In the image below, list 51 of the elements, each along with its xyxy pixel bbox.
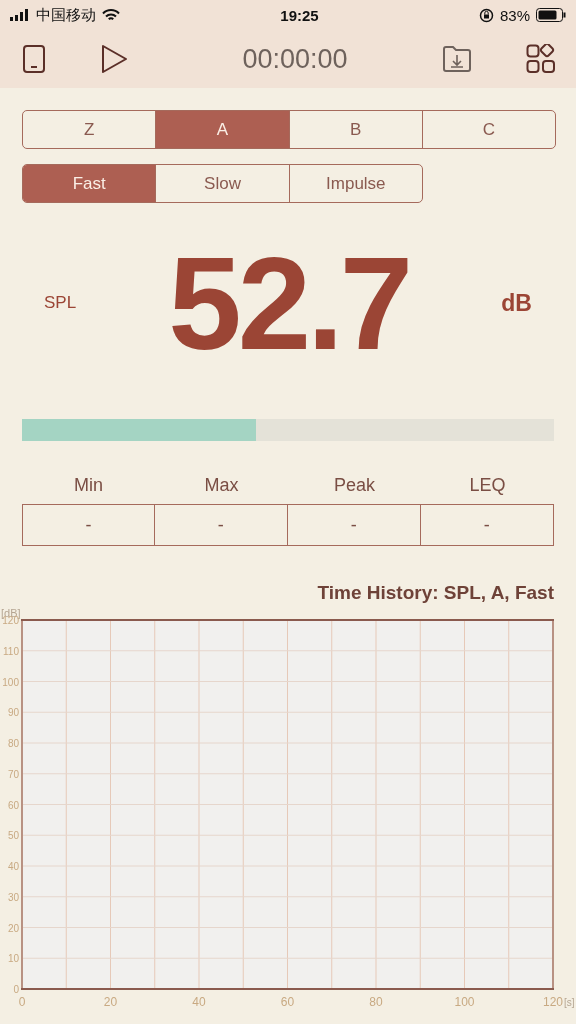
y-tick-label: 0 [13,984,19,995]
stat-value: - [286,504,421,546]
stat-label: Max [203,475,240,496]
y-tick-label: 50 [7,830,19,842]
signal-icon [10,9,30,21]
play-icon[interactable] [100,44,129,74]
measure-label: SPL [44,293,77,313]
x-axis-unit: [s] [564,997,575,1008]
stat-label: LEQ [468,475,507,496]
wifi-icon [102,8,120,22]
stat-value: - [22,504,155,546]
stat-value: - [419,504,554,546]
stat-label: Peak [333,475,376,496]
response-tab[interactable]: Fast [23,165,156,202]
weighting-tab[interactable]: Z [23,111,156,148]
x-tick-label: 120 [543,995,563,1009]
x-tick-label: 60 [280,995,295,1009]
y-tick-label: 30 [7,891,19,903]
chart-title: Time History: SPL, A, Fast [316,582,554,604]
x-tick-label: 20 [103,995,118,1009]
unit-label: dB [501,289,532,317]
weighting-tab[interactable]: B [288,111,422,148]
carrier-name: 中国移动 [36,5,96,25]
x-tick-label: 80 [369,995,383,1009]
battery-icon [536,8,566,22]
clock: 19:25 [280,6,319,24]
response-tab[interactable]: Impulse [288,165,422,202]
battery-percent: 83% [499,6,530,24]
x-tick-label: 0 [18,995,26,1009]
x-tick-label: 100 [454,995,475,1009]
y-tick-label: 20 [7,922,19,934]
response-tab[interactable]: Slow [155,165,289,202]
apps-grid-icon[interactable] [526,44,556,74]
y-tick-label: 90 [7,707,19,719]
rotation-lock-icon [478,7,494,23]
y-tick-label: 80 [7,738,19,749]
sound-level-value: 52.7 [168,228,410,379]
y-tick-label: 100 [2,676,19,688]
y-tick-label: 40 [7,861,19,872]
download-folder-icon[interactable] [441,45,472,73]
x-tick-label: 40 [192,995,206,1009]
weighting-tab[interactable]: A [155,111,289,148]
y-tick-label: 110 [3,645,19,657]
stat-value: - [153,504,288,546]
weighting-tab[interactable]: C [421,111,555,148]
y-tick-label: 10 [7,953,19,965]
stat-label: Min [73,475,104,496]
y-tick-label: 70 [7,768,19,780]
phone-icon[interactable] [22,44,46,74]
y-tick-label: 60 [7,799,19,811]
timer: 00:00:00 [242,43,348,75]
